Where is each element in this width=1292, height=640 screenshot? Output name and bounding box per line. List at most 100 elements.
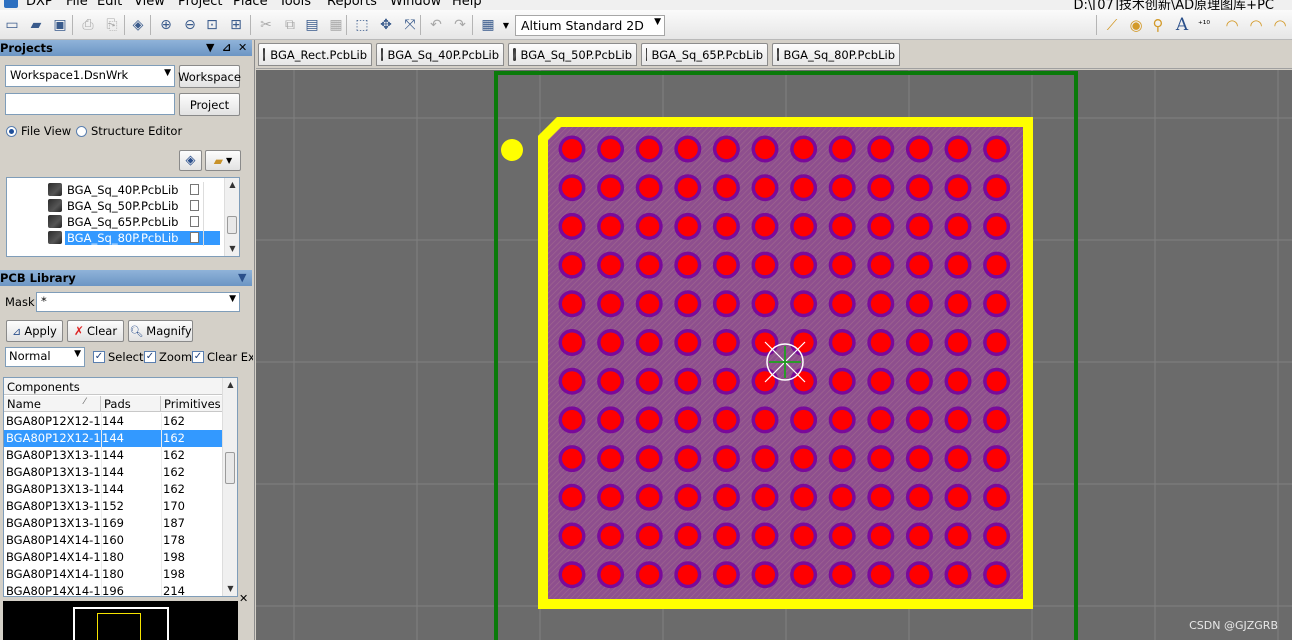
- scroll-thumb[interactable]: [225, 452, 235, 484]
- arc-edge-icon[interactable]: ◠: [1246, 15, 1266, 35]
- rubber-stamp-icon[interactable]: ▦: [326, 15, 346, 35]
- scroll-up-icon[interactable]: ▲: [223, 378, 237, 392]
- coordinate-icon[interactable]: ⁺¹⁰: [1194, 15, 1214, 35]
- file-view-radio[interactable]: [6, 126, 17, 137]
- open-folder-icon[interactable]: ▰: [26, 15, 46, 35]
- grid-dropdown-icon[interactable]: ▼: [496, 15, 516, 35]
- tree-item[interactable]: BGA_Sq_80P.PcbLib: [7, 230, 225, 246]
- menu-item-view[interactable]: View: [134, 0, 165, 9]
- document-tab[interactable]: BGA_Rect.PcbLib: [258, 43, 372, 66]
- menu-item-place[interactable]: Place: [233, 0, 268, 9]
- document-tab[interactable]: BGA_Sq_65P.PcbLib: [641, 43, 768, 66]
- tree-item[interactable]: BGA_Sq_50P.PcbLib: [7, 198, 225, 214]
- arc-center-icon[interactable]: ◠: [1222, 15, 1242, 35]
- scroll-down-icon[interactable]: ▼: [225, 242, 239, 256]
- collapse-icon[interactable]: ▼: [238, 270, 246, 286]
- tree-item[interactable]: BGA_Sq_65P.PcbLib: [7, 214, 225, 230]
- menu-item-reports[interactable]: Reports: [327, 0, 377, 9]
- layers-icon[interactable]: ◈: [128, 15, 148, 35]
- cut-icon[interactable]: ✂: [256, 15, 276, 35]
- workspace-button[interactable]: Workspace: [178, 65, 241, 88]
- dxp-logo-icon[interactable]: [4, 0, 18, 8]
- column-header-pads[interactable]: Pads: [101, 396, 161, 412]
- menu-item-tools[interactable]: Tools: [279, 0, 311, 9]
- components-scrollbar[interactable]: ▲ ▼: [222, 378, 237, 596]
- mask-input[interactable]: * ▼: [36, 292, 240, 312]
- table-row[interactable]: BGA80P12X12-144144 162: [4, 413, 223, 430]
- table-row[interactable]: BGA80P14X14-196196 214: [4, 583, 223, 596]
- zoom-area-icon[interactable]: ⊞: [226, 15, 246, 35]
- workspace-dropdown[interactable]: Workspace1.DsnWrk ▼: [5, 65, 175, 87]
- clear-existing-checkbox[interactable]: ✓: [192, 351, 204, 363]
- column-header-name[interactable]: Name ⁄: [4, 396, 101, 412]
- print-icon[interactable]: ⎙: [78, 15, 98, 35]
- apply-button[interactable]: ⊿ Apply: [6, 320, 63, 342]
- table-row[interactable]: BGA80P14X14-160160 178: [4, 532, 223, 549]
- deselect-icon[interactable]: ⤧: [400, 15, 420, 35]
- table-row[interactable]: BGA80P13X13-144144 162: [4, 447, 223, 464]
- menu-item-window[interactable]: Window: [390, 0, 441, 9]
- pcb-canvas[interactable]: CSDN @GJZGRB: [256, 70, 1292, 640]
- structure-editor-radio[interactable]: [76, 126, 87, 137]
- pin-icon[interactable]: ⊿: [222, 40, 231, 56]
- view-mode-dropdown[interactable]: Altium Standard 2D ▼: [515, 15, 665, 36]
- document-tab[interactable]: BGA_Sq_40P.PcbLib: [376, 43, 504, 66]
- via-icon[interactable]: ⚲: [1148, 15, 1168, 35]
- arc-any-icon[interactable]: ◠: [1270, 15, 1290, 35]
- string-icon[interactable]: A: [1172, 15, 1192, 35]
- zoom-in-icon[interactable]: ⊕: [156, 15, 176, 35]
- paste-icon[interactable]: ▤: [302, 15, 322, 35]
- redo-icon[interactable]: ↷: [450, 15, 470, 35]
- zoom-checkbox[interactable]: ✓: [144, 351, 156, 363]
- open-folder-dropdown-button[interactable]: ▰ ▼: [205, 150, 241, 171]
- grid-icon[interactable]: ▦: [478, 15, 498, 35]
- select-rect-icon[interactable]: ⬚: [352, 15, 372, 35]
- line-icon[interactable]: ⟋: [1102, 15, 1122, 35]
- menu-item-help[interactable]: Help: [452, 0, 482, 9]
- tree-item[interactable]: BGA_Sq_40P.PcbLib: [7, 182, 225, 198]
- mini-viewer[interactable]: [3, 601, 238, 640]
- menu-item-project[interactable]: Project: [178, 0, 222, 9]
- menu-item-file[interactable]: File: [66, 0, 88, 9]
- select-checkbox[interactable]: ✓: [93, 351, 105, 363]
- zoom-out-icon[interactable]: ⊖: [180, 15, 200, 35]
- project-dropdown[interactable]: [5, 93, 175, 115]
- scroll-down-icon[interactable]: ▼: [223, 582, 237, 596]
- scroll-thumb[interactable]: [227, 216, 237, 234]
- scroll-up-icon[interactable]: ▲: [225, 178, 239, 192]
- magnify-button[interactable]: 🔍︎ Magnify: [128, 320, 193, 342]
- close-icon[interactable]: ✕: [238, 40, 247, 56]
- table-row[interactable]: BGA80P14X14-180180 198: [4, 566, 223, 583]
- view-frame[interactable]: [73, 607, 169, 640]
- document-tab[interactable]: BGA_Sq_80P.PcbLib: [772, 43, 900, 66]
- new-doc-icon[interactable]: ▭: [2, 15, 22, 35]
- table-row[interactable]: BGA80P13X13-144144 162: [4, 481, 223, 498]
- clear-button[interactable]: ✗ Clear: [67, 320, 124, 342]
- menu-item-dxp[interactable]: DXP: [26, 0, 53, 9]
- project-file-tree[interactable]: BGA_Sq_40P.PcbLib BGA_Sq_50P.PcbLib BGA_Sq…: [6, 177, 240, 257]
- table-row[interactable]: BGA80P12X12-144144 162: [4, 430, 223, 447]
- move-icon[interactable]: ✥: [376, 15, 396, 35]
- column-header-primitives[interactable]: Primitives: [161, 396, 223, 412]
- table-row[interactable]: BGA80P14X14-180180 198: [4, 549, 223, 566]
- panel-menu-icon[interactable]: ▼: [206, 40, 214, 56]
- table-row[interactable]: BGA80P13X13-144144 162: [4, 464, 223, 481]
- undo-icon[interactable]: ↶: [426, 15, 446, 35]
- copy-icon[interactable]: ⧉: [280, 15, 300, 35]
- tree-scrollbar[interactable]: ▲ ▼: [224, 178, 239, 256]
- components-table[interactable]: Components Name ⁄ Pads Primitives BGA80P…: [3, 377, 238, 597]
- table-row[interactable]: BGA80P13X13-152152 170: [4, 498, 223, 515]
- table-row[interactable]: BGA80P13X13-169169 187: [4, 515, 223, 532]
- project-button[interactable]: Project: [179, 93, 240, 116]
- zoom-fit-icon[interactable]: ⊡: [202, 15, 222, 35]
- save-icon[interactable]: ▣: [50, 15, 70, 35]
- document-tab[interactable]: BGA_Sq_50P.PcbLib: [508, 43, 637, 66]
- print-preview-icon[interactable]: ⎘: [102, 15, 122, 35]
- pcb-footprint-view[interactable]: [256, 70, 1292, 640]
- close-icon[interactable]: ✕: [239, 592, 248, 605]
- pcb-library-icon: [646, 48, 647, 61]
- project-options-button[interactable]: ◈: [179, 150, 202, 171]
- menu-item-edit[interactable]: Edit: [97, 0, 122, 9]
- mode-dropdown[interactable]: Normal ▼: [5, 347, 85, 367]
- pad-icon[interactable]: ◉: [1126, 15, 1146, 35]
